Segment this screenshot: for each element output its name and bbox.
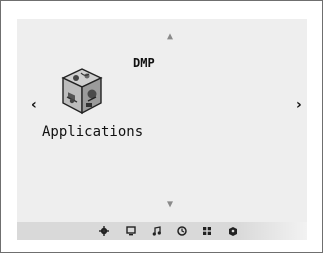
arrow-down-icon[interactable]: ▼ [167, 200, 173, 210]
applications-box-icon[interactable] [61, 67, 103, 115]
grid-icon[interactable] [202, 226, 212, 236]
bottom-icon-bar [17, 222, 307, 240]
applications-icon[interactable] [228, 226, 238, 236]
menu-item-label[interactable]: Applications [42, 124, 143, 140]
bar-fade [237, 222, 307, 240]
monitor-icon[interactable] [126, 226, 136, 236]
device-frame: ▲ DMP ‹ › Applications ▼ [0, 0, 323, 253]
chevron-left-icon[interactable]: ‹ [31, 97, 37, 113]
music-icon[interactable] [152, 226, 162, 236]
clock-icon[interactable] [177, 226, 187, 236]
page-title: DMP [133, 56, 155, 70]
settings-icon[interactable] [99, 226, 109, 236]
chevron-right-icon[interactable]: › [296, 97, 302, 113]
arrow-up-icon[interactable]: ▲ [167, 32, 173, 42]
